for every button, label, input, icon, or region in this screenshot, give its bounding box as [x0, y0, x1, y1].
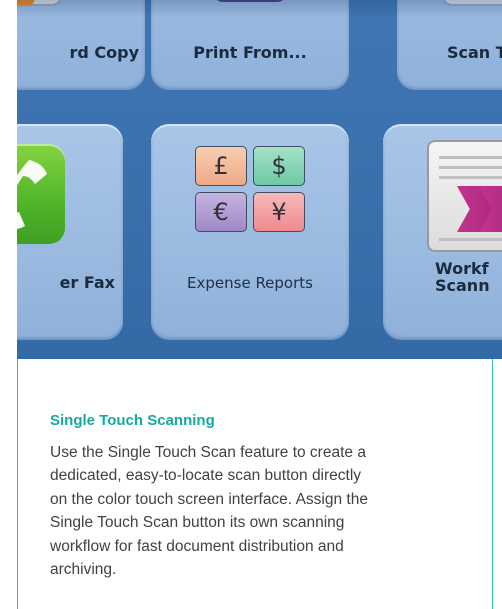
scan-icon [442, 0, 502, 6]
tile-copy[interactable]: rd Copy [17, 0, 145, 90]
yen-icon: ¥ [253, 192, 305, 232]
doc-line [439, 166, 502, 169]
pound-icon: £ [195, 146, 247, 186]
copy-icon [17, 0, 62, 6]
tile-print-from-label: Print From... [193, 43, 307, 62]
doc-line [439, 238, 502, 241]
tile-print-from[interactable]: Print From... [151, 0, 349, 90]
touch-screen: rd Copy Print From... Scan T er Fax £ $ … [17, 0, 502, 359]
tile-workflow-label-line2: Scann [435, 276, 490, 295]
tile-workflow-label: Workf Scann [383, 260, 502, 294]
tile-fax-label: er Fax [59, 273, 115, 292]
dollar-icon: $ [253, 146, 305, 186]
tile-scan[interactable]: Scan T [397, 0, 502, 90]
tile-workflow-scanning[interactable]: Workf Scann [383, 124, 502, 340]
euro-icon: € [195, 192, 247, 232]
tile-fax[interactable]: er Fax [17, 124, 123, 340]
tile-scan-label: Scan T [447, 43, 502, 62]
print-from-icon [213, 0, 287, 2]
tile-copy-label: rd Copy [69, 43, 139, 62]
copy-icon-accent [17, 0, 35, 6]
tile-expense-reports-label: Expense Reports [187, 274, 313, 292]
doc-line [439, 156, 502, 159]
doc-line [439, 176, 502, 179]
tile-expense-reports[interactable]: £ $ € ¥ Expense Reports [151, 124, 349, 340]
info-title: Single Touch Scanning [50, 412, 215, 429]
info-body: Use the Single Touch Scan feature to cre… [50, 444, 368, 579]
currency-icon: £ $ € ¥ [195, 146, 307, 234]
workflow-document-icon [427, 140, 502, 252]
tile-workflow-label-line1: Workf [435, 259, 489, 278]
fax-phone-icon [17, 144, 65, 244]
